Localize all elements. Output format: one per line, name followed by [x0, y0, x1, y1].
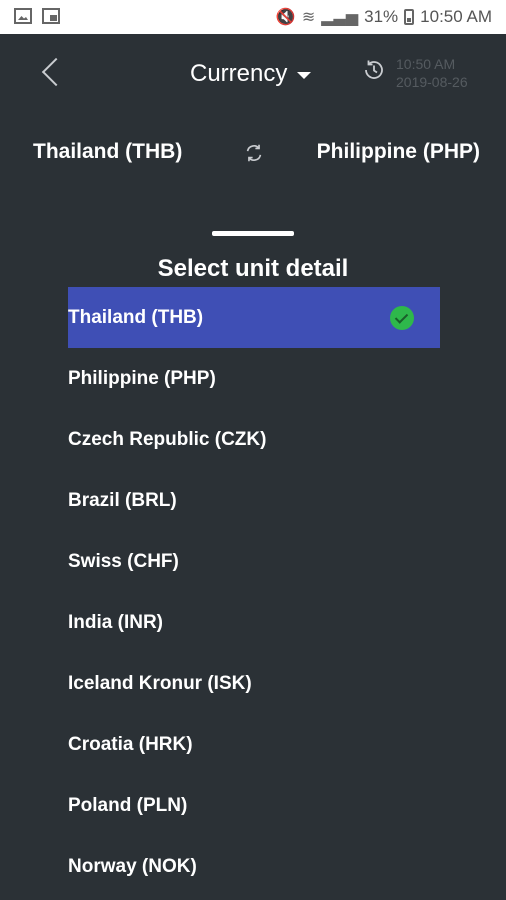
list-item-label: India (INR): [68, 612, 163, 633]
last-updated-date: 2019-08-26: [396, 74, 468, 90]
mute-icon: 🔇: [275, 9, 296, 26]
list-item-label: Thailand (THB): [68, 307, 204, 328]
list-item[interactable]: Poland (PLN): [68, 775, 440, 836]
caret-down-icon: [297, 71, 312, 79]
to-currency[interactable]: Philippine (PHP): [317, 140, 480, 164]
list-item[interactable]: India (INR): [68, 592, 440, 653]
list-item-label: Swiss (CHF): [68, 551, 179, 572]
swap-icon[interactable]: [243, 142, 265, 164]
battery-icon: [404, 9, 415, 25]
battery-percent: 31%: [364, 7, 399, 26]
list-item-label: Czech Republic (CZK): [68, 429, 267, 450]
app-header: Currency 10:50 AM 2019-08-26: [0, 34, 506, 118]
list-item[interactable]: Norway (NOK): [68, 836, 440, 897]
check-circle-icon: [390, 306, 414, 330]
list-item-label: Poland (PLN): [68, 795, 188, 816]
list-item-label: Norway (NOK): [68, 856, 197, 877]
status-time: 10:50 AM: [420, 7, 492, 26]
conversion-pair: Thailand (THB) Philippine (PHP): [0, 140, 506, 174]
status-bar: 🔇 ≋ ▂▃▅ 31% 10:50 AM: [0, 0, 506, 34]
list-item[interactable]: Swiss (CHF): [68, 531, 440, 592]
page-title: Currency: [190, 60, 288, 87]
list-item[interactable]: Thailand (THB): [68, 287, 440, 348]
currency-list: Thailand (THB) Philippine (PHP) Czech Re…: [68, 287, 440, 897]
sheet-grabber[interactable]: [212, 231, 294, 236]
sheet-title: Select unit detail: [157, 255, 349, 282]
list-item-label: Iceland Kronur (ISK): [68, 673, 252, 694]
list-item[interactable]: Croatia (HRK): [68, 714, 440, 775]
last-updated-time: 10:50 AM: [396, 56, 456, 72]
last-updated: 10:50 AM 2019-08-26: [396, 55, 468, 91]
list-item[interactable]: Philippine (PHP): [68, 348, 440, 409]
list-item[interactable]: Brazil (BRL): [68, 470, 440, 531]
list-item-label: Brazil (BRL): [68, 490, 177, 511]
back-button[interactable]: [38, 56, 64, 90]
gallery-notification-icon: [14, 8, 32, 24]
from-currency[interactable]: Thailand (THB): [33, 140, 182, 164]
currency-dropdown[interactable]: Currency: [190, 60, 312, 88]
list-item[interactable]: Czech Republic (CZK): [68, 409, 440, 470]
list-item[interactable]: Iceland Kronur (ISK): [68, 653, 440, 714]
list-item-label: Croatia (HRK): [68, 734, 193, 755]
list-item-label: Philippine (PHP): [68, 368, 216, 389]
wifi-icon: ≋: [301, 9, 316, 26]
picture-in-picture-notification-icon: [42, 8, 60, 24]
signal-icon: ▂▃▅: [321, 9, 359, 26]
history-icon[interactable]: [362, 58, 386, 82]
